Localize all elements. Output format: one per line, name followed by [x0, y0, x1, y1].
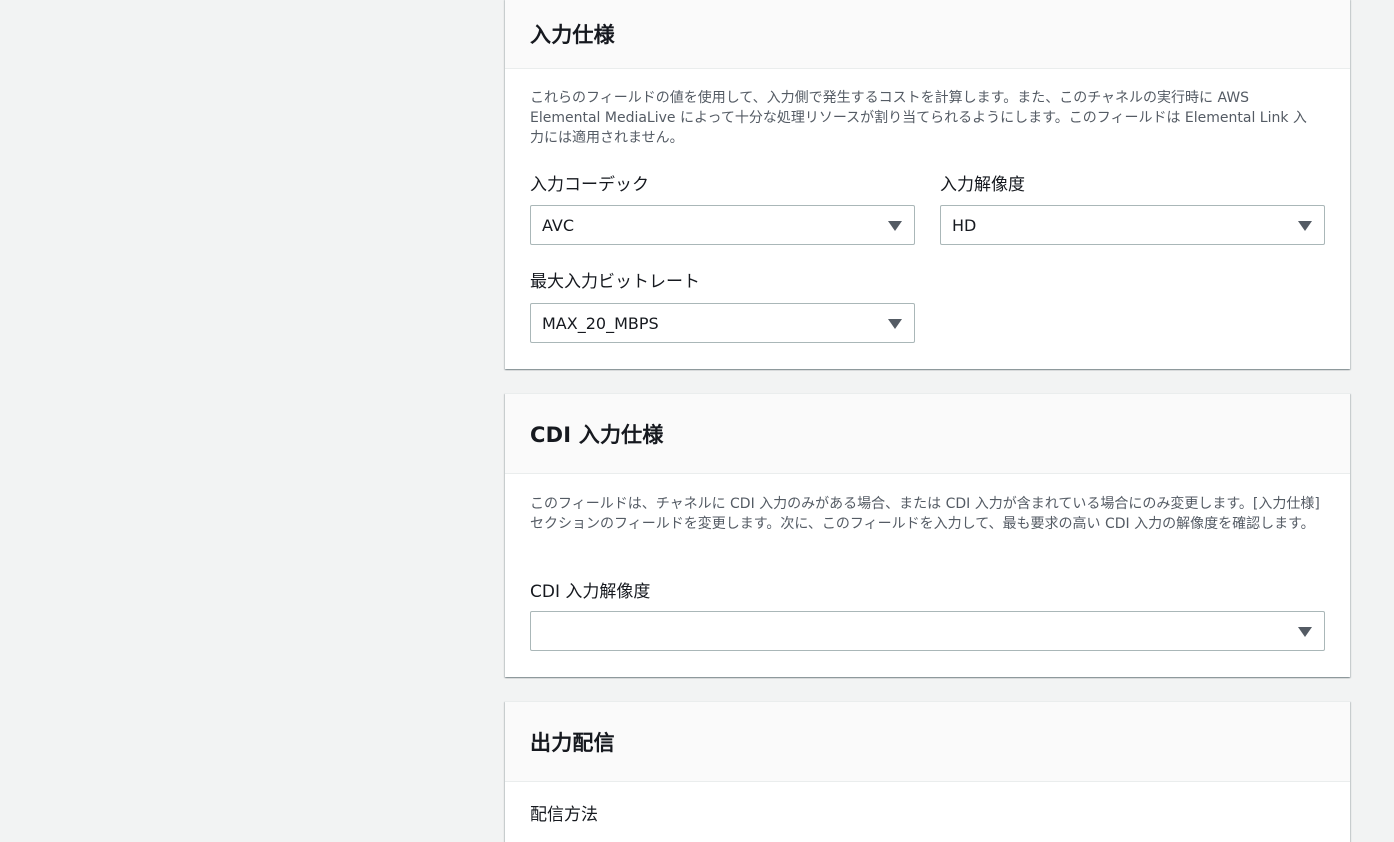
max-bitrate-value: MAX_20_MBPS: [542, 313, 659, 333]
input-resolution-value: HD: [952, 215, 977, 235]
cdi-resolution-label: CDI 入力解像度: [530, 582, 651, 602]
cdi-spec-description: このフィールドは、チャネルに CDI 入力のみがある場合、または CDI 入力が…: [530, 496, 1320, 532]
input-spec-description: これらのフィールドの値を使用して、入力側で発生するコストを計算します。また、この…: [530, 90, 1307, 146]
max-bitrate-label: 最大入力ビットレート: [530, 272, 700, 292]
cdi-resolution-select[interactable]: [530, 611, 1325, 651]
input-codec-label: 入力コーデック: [530, 175, 649, 195]
caret-down-icon: [888, 319, 902, 329]
cdi-spec-panel: CDI 入力仕様 このフィールドは、チャネルに CDI 入力のみがある場合、また…: [505, 393, 1350, 677]
output-delivery-header: 出力配信: [505, 702, 1350, 782]
delivery-method-label: 配信方法: [530, 805, 598, 825]
input-codec-select[interactable]: AVC: [530, 205, 915, 245]
input-spec-panel: 入力仕様 これらのフィールドの値を使用して、入力側で発生するコストを計算します。…: [505, 0, 1350, 369]
input-spec-header: 入力仕様: [505, 0, 1350, 69]
input-spec-title: 入力仕様: [530, 23, 615, 47]
caret-down-icon: [1298, 627, 1312, 637]
cdi-spec-header: CDI 入力仕様: [505, 394, 1350, 474]
max-bitrate-select[interactable]: MAX_20_MBPS: [530, 303, 915, 343]
caret-down-icon: [1298, 221, 1312, 231]
caret-down-icon: [888, 221, 902, 231]
output-delivery-panel: 出力配信 配信方法: [505, 701, 1350, 842]
input-resolution-label: 入力解像度: [940, 175, 1025, 195]
cdi-spec-title: CDI 入力仕様: [530, 422, 664, 447]
output-delivery-title: 出力配信: [530, 730, 615, 755]
input-codec-value: AVC: [542, 215, 575, 235]
input-resolution-select[interactable]: HD: [940, 205, 1325, 245]
